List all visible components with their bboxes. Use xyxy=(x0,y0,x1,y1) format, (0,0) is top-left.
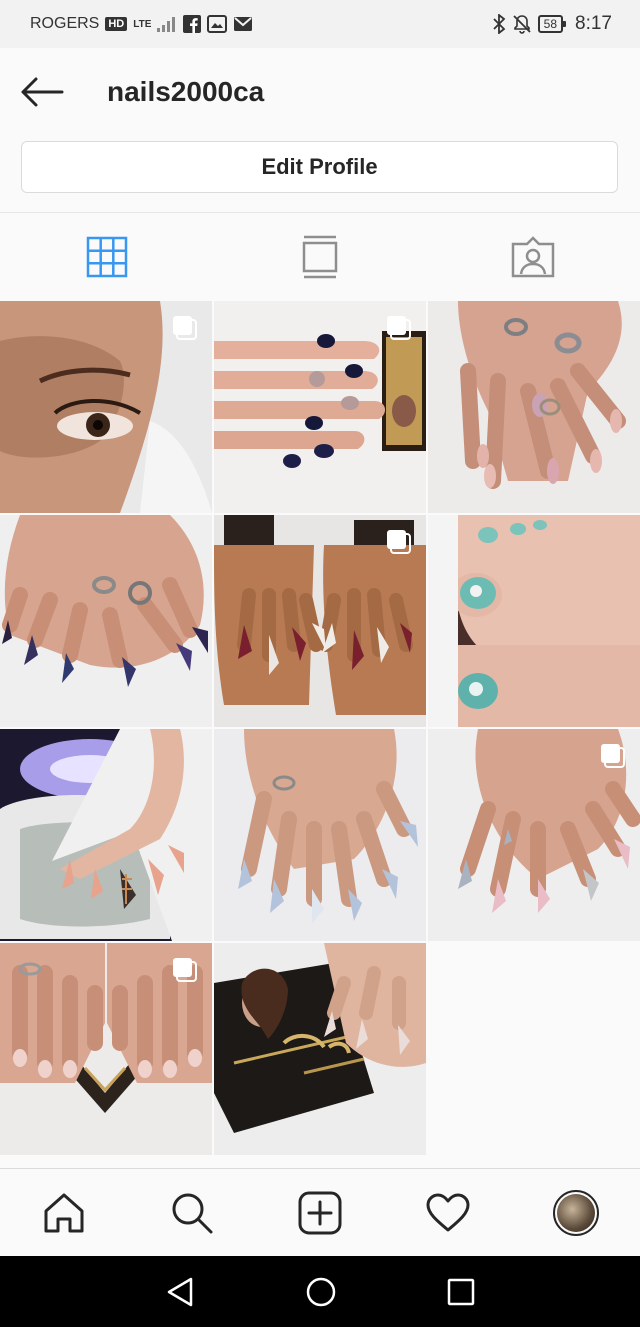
mute-icon xyxy=(513,15,531,34)
nav-profile[interactable] xyxy=(544,1181,608,1245)
multiple-photos-icon xyxy=(387,316,411,340)
status-right: 58 8:17 xyxy=(492,13,612,35)
feed-icon xyxy=(302,235,338,278)
home-icon xyxy=(44,1193,84,1232)
tagged-person-icon xyxy=(512,235,555,277)
post-photo-chrome-stiletto xyxy=(0,515,212,727)
status-bar: ROGERS HD LTE 58 8:17 xyxy=(0,0,640,48)
activity-heart-icon xyxy=(426,1193,470,1231)
facebook-icon xyxy=(183,15,202,33)
post-photo-baby-blue xyxy=(214,729,426,941)
status-left: ROGERS HD LTE xyxy=(30,15,253,33)
add-post-icon xyxy=(298,1191,342,1234)
arrow-left-icon xyxy=(21,77,64,107)
nav-new-post[interactable] xyxy=(288,1181,352,1245)
post-tile[interactable] xyxy=(214,729,426,941)
tab-grid[interactable] xyxy=(0,213,213,300)
post-photo-teal-toes xyxy=(428,515,640,727)
network-type: LTE xyxy=(133,18,152,30)
bluetooth-icon xyxy=(493,14,506,34)
tab-feed[interactable] xyxy=(213,213,426,300)
grid-icon xyxy=(86,236,127,277)
avatar-image xyxy=(557,1193,595,1232)
back-button[interactable] xyxy=(20,72,64,112)
post-tile[interactable] xyxy=(428,729,640,941)
post-tile[interactable] xyxy=(214,943,426,1155)
home-circle-icon[interactable] xyxy=(305,1276,337,1308)
profile-avatar xyxy=(553,1189,599,1236)
mail-icon xyxy=(234,17,253,31)
post-tile[interactable] xyxy=(428,301,640,513)
profile-tabs xyxy=(0,212,640,300)
recents-square-icon[interactable] xyxy=(447,1278,475,1306)
post-tile[interactable] xyxy=(0,515,212,727)
edit-profile-button[interactable]: Edit Profile xyxy=(21,141,618,193)
edit-profile-container: Edit Profile xyxy=(21,141,618,193)
hd-badge: HD xyxy=(105,17,128,31)
profile-header: nails2000ca xyxy=(0,48,640,136)
post-grid xyxy=(0,301,640,1157)
battery-indicator: 58 xyxy=(537,15,567,33)
post-photo-uv-lamp xyxy=(0,729,212,941)
bottom-navigation xyxy=(0,1168,640,1256)
post-tile[interactable] xyxy=(214,301,426,513)
multiple-photos-icon xyxy=(173,316,197,340)
carrier-name: ROGERS xyxy=(30,15,100,32)
post-tile[interactable] xyxy=(0,943,212,1155)
system-navigation-bar xyxy=(0,1256,640,1327)
nav-activity[interactable] xyxy=(416,1181,480,1245)
tab-tagged[interactable] xyxy=(427,213,640,300)
multiple-photos-icon xyxy=(387,530,411,554)
post-tile[interactable] xyxy=(428,515,640,727)
clock: 8:17 xyxy=(575,13,612,34)
signal-icon xyxy=(157,17,176,32)
multiple-photos-icon xyxy=(173,958,197,982)
post-photo-pink-glitter xyxy=(428,301,640,513)
back-triangle-icon[interactable] xyxy=(165,1276,195,1308)
post-photo-business-card xyxy=(214,943,426,1155)
post-tile[interactable] xyxy=(214,515,426,727)
nav-search[interactable] xyxy=(160,1181,224,1245)
nav-home[interactable] xyxy=(32,1181,96,1245)
post-tile[interactable] xyxy=(0,729,212,941)
gallery-icon xyxy=(207,15,228,33)
multiple-photos-icon xyxy=(601,744,625,768)
profile-username: nails2000ca xyxy=(107,76,265,107)
post-tile[interactable] xyxy=(0,301,212,513)
search-icon xyxy=(172,1193,213,1233)
